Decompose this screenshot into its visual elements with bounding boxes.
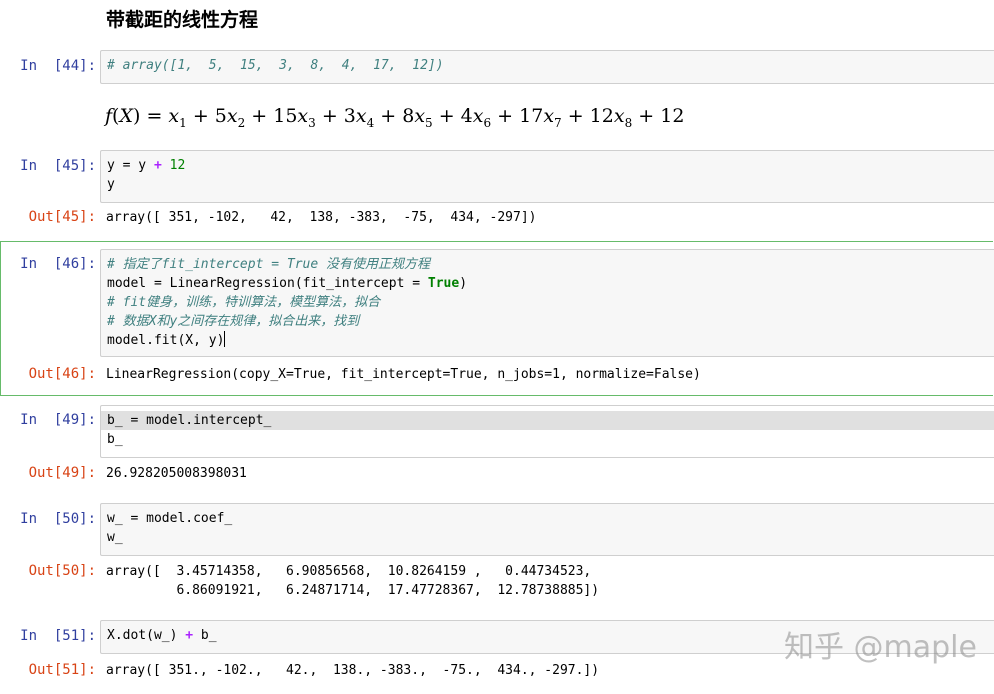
out-prompt-45: Out[45]: bbox=[28, 209, 96, 225]
in-prompt-46: In [46]: bbox=[20, 256, 96, 272]
formula-markdown: f(X) = x1 + 5x2 + 15x3 + 3x4 + 8x5 + 4x6… bbox=[105, 105, 685, 130]
output-45: array([ 351, -102, 42, 138, -383, -75, 4… bbox=[106, 210, 537, 225]
watermark: 知乎 @maple bbox=[784, 630, 977, 665]
section-heading: 带截距的线性方程 bbox=[106, 9, 259, 31]
out-prompt-46: Out[46]: bbox=[28, 366, 96, 382]
output-50-line-2: 6.86091921, 6.24871714, 17.47728367, 12.… bbox=[106, 583, 600, 598]
code-cell-50[interactable]: w_ = model.coef_ w_ bbox=[100, 503, 994, 556]
output-51: array([ 351., -102., 42., 138., -383., -… bbox=[106, 663, 600, 678]
out-prompt-51: Out[51]: bbox=[28, 662, 96, 678]
in-prompt-45: In [45]: bbox=[20, 158, 96, 174]
code-comment: # fit健身，训练，特训算法，模型算法，拟合 bbox=[107, 295, 381, 310]
text-cursor bbox=[224, 331, 226, 347]
code-cell-46[interactable]: # 指定了fit_intercept = True 没有使用正规方程 model… bbox=[100, 249, 994, 357]
in-prompt-51: In [51]: bbox=[20, 628, 96, 644]
code-cell-45[interactable]: y = y + 12 y bbox=[100, 150, 994, 203]
in-prompt-44: In [44]: bbox=[20, 58, 96, 74]
code-cell-44[interactable]: # array([1, 5, 15, 3, 8, 4, 17, 12]) bbox=[100, 50, 994, 84]
out-prompt-49: Out[49]: bbox=[28, 465, 96, 481]
code-comment: # 指定了fit_intercept = True 没有使用正规方程 bbox=[107, 257, 431, 272]
in-prompt-49: In [49]: bbox=[20, 412, 96, 428]
output-50-line-1: array([ 3.45714358, 6.90856568, 10.82641… bbox=[106, 564, 592, 579]
output-46: LinearRegression(copy_X=True, fit_interc… bbox=[106, 367, 701, 382]
in-prompt-50: In [50]: bbox=[20, 511, 96, 527]
output-49: 26.928205008398031 bbox=[106, 466, 247, 481]
code-cell-49[interactable]: b_ = model.intercept_ b_ bbox=[100, 405, 994, 458]
code-comment: # array([1, 5, 15, 3, 8, 4, 17, 12]) bbox=[107, 58, 444, 73]
out-prompt-50: Out[50]: bbox=[28, 563, 96, 579]
code-comment: # 数据X和y之间存在规律，拟合出来，找到 bbox=[107, 314, 360, 329]
